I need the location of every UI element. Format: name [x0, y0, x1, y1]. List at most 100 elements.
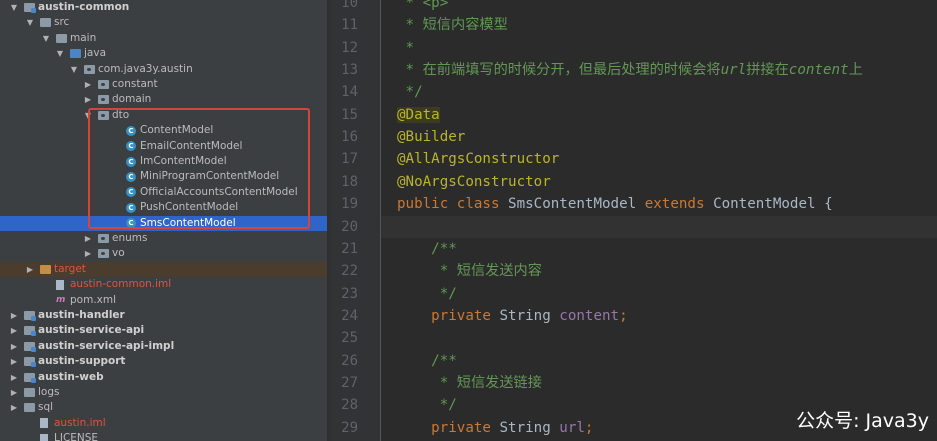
expand-arrow-icon[interactable]: ▼ [70, 62, 78, 77]
code-line[interactable]: private String content; [397, 305, 627, 327]
code-token: @Data [397, 106, 440, 123]
tree-item-label: main [70, 31, 97, 44]
code-token: /** [397, 352, 457, 369]
collapse-arrow-icon[interactable]: ▶ [10, 370, 18, 385]
tree-item[interactable]: ▶ logs [0, 385, 327, 400]
tree-item-label: enums [112, 232, 148, 244]
tree-item[interactable]: ▶ austin-service-api [0, 323, 327, 338]
code-token: private [397, 307, 500, 324]
file-icon [40, 418, 48, 429]
tree-item[interactable]: ▶ target [0, 261, 327, 278]
code-line[interactable]: * [397, 37, 415, 59]
expand-arrow-icon[interactable]: ▼ [10, 0, 18, 15]
code-token: private [397, 419, 500, 436]
code-token: ContentModel { [713, 196, 833, 213]
line-number: 27 [341, 374, 358, 391]
tree-item-label: austin-common [38, 1, 130, 13]
code-line[interactable]: * 短信内容模型 [397, 14, 508, 36]
code-line[interactable]: * 在前端填写的时候分开，但最后处理的时候会将url拼接在content上 [397, 59, 863, 81]
code-token: * 短信发送链接 [397, 374, 542, 391]
code-token: * 短信发送内容 [397, 263, 542, 280]
tree-item[interactable]: ▼ austin-common [0, 0, 327, 15]
code-token: 拼接在 [746, 62, 789, 79]
code-token: String [499, 307, 560, 324]
tree-item[interactable]: ▶ enums [0, 231, 327, 246]
tree-item[interactable]: austin.iml [0, 416, 327, 431]
tree-item-label: vo [112, 247, 125, 260]
collapse-arrow-icon[interactable]: ▶ [84, 231, 92, 246]
tree-item-label: austin-handler [38, 309, 125, 321]
code-token: @Builder [397, 129, 466, 146]
tree-item[interactable]: ▶ sql [0, 400, 327, 415]
code-line[interactable]: private String url; [397, 417, 593, 439]
line-number-gutter: 10 11 12 13 14 15 16 17 18 19 20 21 22 23 24 25 26 27 28 29 [330, 0, 380, 441]
current-line-highlight [381, 215, 937, 238]
code-line[interactable]: /** [397, 350, 457, 372]
tree-item[interactable]: ▶ austin-web [0, 370, 327, 385]
collapse-arrow-icon[interactable]: ▶ [10, 323, 18, 338]
expand-arrow-icon[interactable]: ▼ [42, 31, 50, 46]
module-icon [24, 311, 36, 321]
line-number: 19 [341, 196, 358, 213]
collapse-arrow-icon[interactable]: ▶ [10, 308, 18, 323]
module-icon [24, 341, 36, 352]
tree-item-label: target [54, 262, 86, 275]
tree-item[interactable]: austin-common.iml [0, 277, 327, 292]
code-line[interactable]: * 短信发送内容 [397, 260, 542, 282]
tree-item-label: constant [112, 78, 158, 90]
code-line[interactable]: @Data [397, 104, 440, 126]
collapse-arrow-icon[interactable]: ▶ [84, 77, 92, 92]
tree-item-label: austin-service-api [38, 324, 145, 337]
code-line[interactable]: */ [397, 283, 457, 305]
collapse-arrow-icon[interactable]: ▶ [10, 354, 18, 369]
tree-item-label: src [54, 16, 70, 29]
tree-item[interactable]: ▶ austin-handler [0, 308, 327, 323]
code-line[interactable]: @NoArgsConstructor [397, 171, 551, 193]
code-line[interactable]: * 短信发送链接 [397, 372, 542, 394]
code-line[interactable]: */ [397, 394, 457, 416]
tree-item[interactable]: ▶ austin-support [0, 354, 327, 369]
code-token: extends [644, 196, 714, 213]
collapse-arrow-icon[interactable]: ▶ [26, 262, 34, 277]
tree-item[interactable]: m pom.xml [0, 293, 327, 308]
collapse-arrow-icon[interactable]: ▶ [84, 92, 92, 107]
module-icon [24, 372, 36, 383]
expand-arrow-icon[interactable]: ▼ [56, 46, 64, 61]
collapse-arrow-icon[interactable]: ▶ [10, 385, 18, 400]
collapse-arrow-icon[interactable]: ▶ [84, 246, 92, 261]
code-line[interactable]: @Builder [397, 126, 465, 148]
tree-item[interactable]: LICENSE [0, 431, 327, 441]
tree-item[interactable]: ▶ vo [0, 246, 327, 261]
code-token: * 在前端填写的时候分开，但最后处理的时候会将 [397, 62, 721, 79]
tree-item[interactable]: ▼ java [0, 46, 327, 61]
tree-item[interactable]: ▶ constant [0, 77, 327, 92]
file-icon [56, 279, 64, 290]
code-line[interactable]: @AllArgsConstructor [397, 148, 559, 170]
code-token: 上 [848, 62, 863, 79]
line-number: 28 [341, 397, 358, 414]
tree-item[interactable]: ▶ domain [0, 92, 327, 107]
code-line[interactable]: * <p> [397, 0, 449, 14]
tree-item[interactable]: ▼ com.java3y.austin [0, 62, 327, 77]
tree-item[interactable]: ▶ austin-service-api-impl [0, 339, 327, 354]
tree-item[interactable]: ▼ main [0, 31, 327, 46]
code-token: /** [397, 240, 457, 257]
tree-item-label: austin.iml [54, 416, 106, 429]
code-editor[interactable]: 10 11 12 13 14 15 16 17 18 19 20 21 22 23 24 25 26 27 28 29… [330, 0, 937, 441]
line-number: 18 [341, 173, 358, 190]
code-token: String [499, 419, 560, 436]
line-number: 15 [341, 106, 358, 123]
expand-arrow-icon[interactable]: ▼ [26, 15, 34, 30]
code-line[interactable]: public class SmsContentModel extends Con… [397, 193, 833, 215]
collapse-arrow-icon[interactable]: ▶ [10, 400, 18, 415]
module-icon [24, 326, 36, 337]
code-line[interactable]: /** [397, 238, 457, 260]
tree-item-label: pom.xml [70, 293, 117, 306]
line-number: 11 [341, 17, 358, 34]
folder-icon [56, 33, 67, 43]
collapse-arrow-icon[interactable]: ▶ [10, 339, 18, 354]
module-icon [24, 3, 36, 13]
line-number: 13 [341, 62, 358, 79]
code-line[interactable]: */ [397, 81, 423, 103]
tree-item[interactable]: ▼ src [0, 15, 327, 30]
